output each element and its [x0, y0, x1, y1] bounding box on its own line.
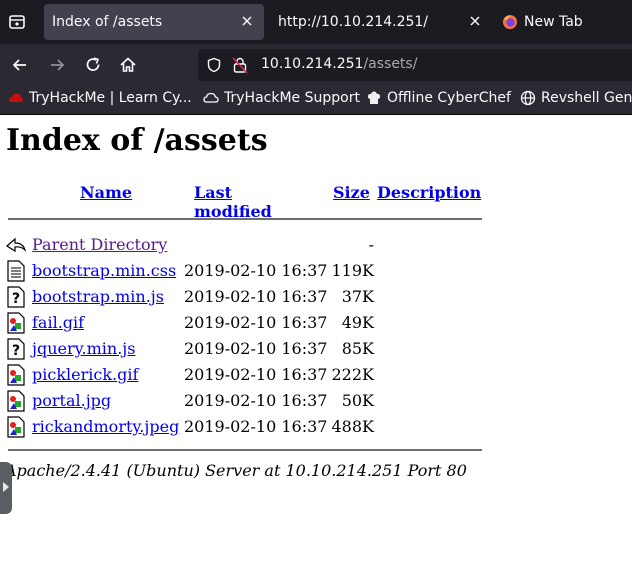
size-value: -: [368, 235, 374, 254]
page-content: Index of /assets Name Last modified Size…: [0, 115, 632, 566]
table-row: bootstrap.min.css 2019-02-10 16:37 119K: [6, 259, 486, 285]
file-link[interactable]: bootstrap.min.js: [32, 287, 164, 306]
close-icon[interactable]: [240, 14, 254, 28]
home-icon[interactable]: [118, 55, 138, 75]
parent-directory-row: Parent Directory -: [6, 233, 486, 259]
modified-date: 2019-02-10 16:37: [184, 287, 328, 306]
file-link[interactable]: rickandmorty.jpeg: [32, 417, 179, 436]
modified-date: 2019-02-10 16:37: [184, 261, 328, 280]
cloud-icon: [203, 92, 219, 103]
tab-label: http://10.10.214.251/: [278, 14, 429, 30]
file-link[interactable]: jquery.min.js: [32, 339, 135, 358]
table-row: ? bootstrap.min.js 2019-02-10 16:37 37K: [6, 285, 486, 311]
tab-label: Index of /assets: [52, 14, 163, 30]
tracking-protection-shield-icon[interactable]: [206, 57, 222, 73]
tab-new-tab[interactable]: New Tab: [496, 4, 632, 40]
url-text: 10.10.214.251/assets/: [261, 56, 417, 72]
size-value: 119K: [331, 261, 375, 280]
sort-by-description-link[interactable]: Description: [377, 183, 481, 202]
modified-date: 2019-02-10 16:37: [184, 365, 328, 384]
file-link[interactable]: portal.jpg: [32, 391, 111, 410]
modified-date: 2019-02-10 16:37: [184, 313, 328, 332]
bookmark-offline-cyberchef[interactable]: Offline CyberChef: [366, 90, 511, 106]
header-divider: [8, 218, 482, 220]
image-file-icon: [7, 364, 25, 386]
modified-date: 2019-02-10 16:37: [184, 339, 328, 358]
file-link[interactable]: fail.gif: [32, 313, 84, 332]
bookmark-revshell-generator[interactable]: Revshell Generator: [520, 90, 632, 106]
tab-http-host[interactable]: http://10.10.214.251/: [270, 4, 492, 40]
reload-icon[interactable]: [83, 55, 103, 75]
parent-directory-link[interactable]: Parent Directory: [32, 235, 167, 254]
sort-by-name-link[interactable]: Name: [80, 183, 132, 202]
insecure-lock-icon[interactable]: [232, 56, 248, 74]
size-value: 49K: [341, 313, 374, 332]
bookmark-label: TryHackMe Support: [224, 90, 360, 106]
size-value: 85K: [341, 339, 374, 358]
size-value: 50K: [341, 391, 374, 410]
tryhackme-icon: [9, 93, 23, 102]
back-folder-icon: [6, 237, 26, 253]
image-file-icon: [7, 390, 25, 412]
bookmarks-toolbar: TryHackMe | Learn Cy... TryHackMe Suppor…: [0, 86, 632, 115]
navigation-bar: 10.10.214.251/assets/: [0, 44, 632, 86]
image-file-icon: [7, 416, 25, 438]
size-value: 488K: [331, 417, 375, 436]
expand-arrow-icon: [3, 482, 9, 492]
unknown-file-icon: ?: [7, 338, 25, 360]
chef-icon: [367, 91, 381, 104]
file-link[interactable]: bootstrap.min.css: [32, 261, 176, 280]
bookmark-label: Revshell Generator: [541, 90, 632, 106]
svg-text:?: ?: [12, 291, 20, 307]
address-bar[interactable]: 10.10.214.251/assets/: [198, 49, 632, 81]
size-value: 37K: [341, 287, 374, 306]
bookmark-label: Offline CyberChef: [387, 90, 511, 106]
svg-text:?: ?: [12, 343, 20, 359]
firefox-icon: [503, 15, 517, 29]
table-row: fail.gif 2019-02-10 16:37 49K: [6, 311, 486, 337]
size-value: 222K: [331, 365, 375, 384]
modified-date: 2019-02-10 16:37: [184, 417, 328, 436]
url-path: /assets/: [363, 56, 418, 72]
globe-icon: [520, 90, 536, 106]
server-signature: Apache/2.4.41 (Ubuntu) Server at 10.10.2…: [5, 461, 467, 480]
table-row: portal.jpg 2019-02-10 16:37 50K: [6, 389, 486, 415]
bookmark-tryhackme[interactable]: TryHackMe | Learn Cy...: [8, 90, 192, 106]
sort-by-last-modified-link[interactable]: Last modified: [194, 183, 272, 221]
close-icon[interactable]: [468, 14, 482, 28]
page-title: Index of /assets: [6, 123, 268, 158]
tab-index-assets[interactable]: Index of /assets: [44, 4, 264, 40]
text-file-icon: [7, 260, 25, 282]
back-arrow-icon[interactable]: [10, 55, 30, 75]
sidebar-handle[interactable]: [0, 462, 12, 514]
tab-label: New Tab: [524, 14, 583, 30]
image-file-icon: [7, 312, 25, 334]
forward-arrow-icon[interactable]: [47, 55, 67, 75]
bookmark-tryhackme-support[interactable]: TryHackMe Support: [203, 90, 360, 106]
table-row: ? jquery.min.js 2019-02-10 16:37 85K: [6, 337, 486, 363]
unknown-file-icon: ?: [7, 286, 25, 308]
bookmark-label: TryHackMe | Learn Cy...: [29, 90, 192, 106]
sort-by-size-link[interactable]: Size: [333, 183, 370, 202]
modified-date: 2019-02-10 16:37: [184, 391, 328, 410]
file-link[interactable]: picklerick.gif: [32, 365, 138, 384]
tab-bar: Index of /assets http://10.10.214.251/ N…: [0, 0, 632, 44]
table-row: picklerick.gif 2019-02-10 16:37 222K: [6, 363, 486, 389]
footer-divider: [8, 449, 482, 451]
table-row: rickandmorty.jpeg 2019-02-10 16:37 488K: [6, 415, 486, 441]
firefox-view-icon[interactable]: [8, 13, 26, 31]
url-host: 10.10.214.251: [261, 56, 364, 72]
